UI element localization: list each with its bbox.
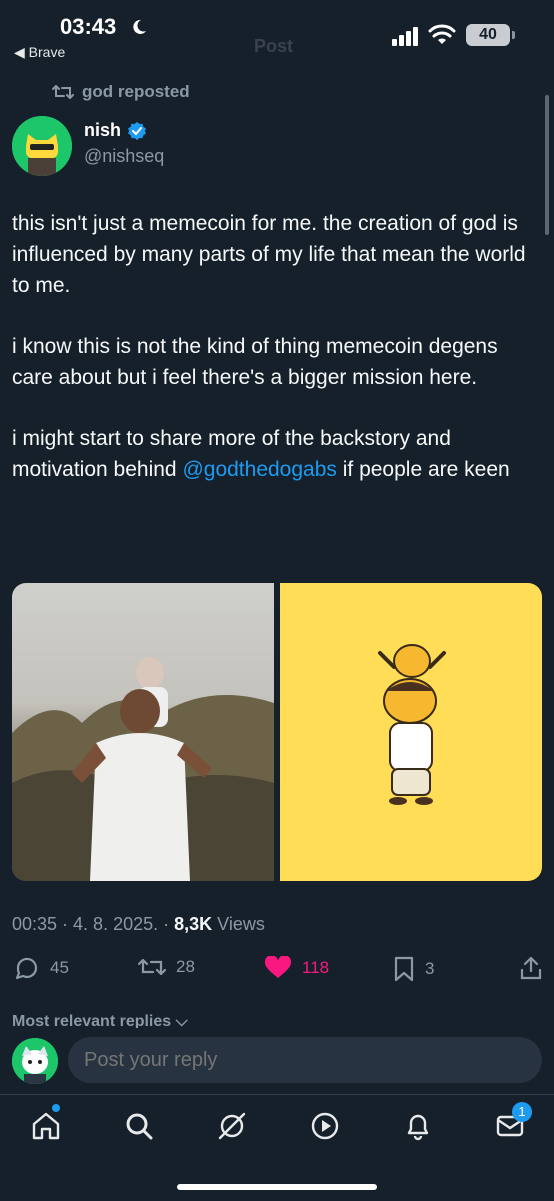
tweet-paragraph: i know this is not the kind of thing mem…	[12, 335, 498, 389]
photo-illustration	[12, 657, 274, 881]
replies-sort-dropdown[interactable]: Most relevant replies ⌵	[12, 1013, 188, 1029]
reply-icon	[15, 957, 38, 980]
tweet-paragraph: i might start to share more of the backs…	[12, 423, 532, 485]
home-icon[interactable]	[30, 1110, 62, 1142]
tweet-meta: 00:35 · 4. 8. 2025. · 8,3K Views	[12, 914, 265, 935]
tweet-media[interactable]	[12, 583, 542, 881]
tweet-paragraph: this isn't just a memecoin for me. the c…	[12, 212, 526, 297]
repost-icon	[138, 958, 166, 976]
cartoon-illustration	[378, 644, 446, 805]
messages-badge: 1	[512, 1102, 532, 1122]
reply-count: 45	[50, 958, 69, 977]
search-icon[interactable]	[123, 1110, 155, 1142]
grok-icon[interactable]	[216, 1110, 248, 1142]
battery-indicator: 40	[466, 24, 510, 46]
tweet-body: this isn't just a memecoin for me. the c…	[12, 208, 532, 515]
scrollbar-thumb[interactable]	[545, 95, 549, 235]
tweet-text-segment: if people are keen	[336, 458, 510, 481]
moon-icon	[133, 19, 146, 34]
heart-icon	[264, 956, 292, 978]
timestamp[interactable]: 00:35 · 4. 8. 2025. ·	[12, 914, 174, 934]
like-count: 118	[302, 958, 330, 977]
author-avatar[interactable]	[12, 116, 72, 176]
mention-link[interactable]: @godthedogabs	[182, 458, 336, 481]
repost-button[interactable]: 28	[138, 956, 195, 978]
video-play-icon[interactable]	[309, 1110, 341, 1142]
back-to-app-link[interactable]: ◀ Brave	[14, 44, 65, 61]
share-icon	[520, 956, 542, 980]
page-title: Post	[254, 36, 294, 56]
bookmark-button[interactable]: 3	[393, 956, 434, 982]
reply-button[interactable]: 45	[14, 956, 69, 980]
home-indicator-bar[interactable]	[177, 1184, 377, 1190]
wifi-icon	[428, 24, 456, 44]
repost-count: 28	[176, 957, 195, 976]
bookmark-count: 3	[425, 959, 435, 978]
user-avatar-icon	[12, 1038, 58, 1084]
verified-badge-icon	[128, 121, 147, 140]
views-label: Views	[212, 914, 265, 934]
share-button[interactable]	[520, 956, 542, 980]
bell-icon[interactable]	[402, 1110, 434, 1142]
like-button[interactable]: 118	[264, 956, 329, 980]
author-name-row[interactable]: nish	[84, 120, 147, 141]
repost-icon	[52, 85, 74, 99]
bookmark-icon	[394, 956, 414, 982]
home-new-indicator	[52, 1104, 60, 1112]
illustration-cartoon-dogs[interactable]	[280, 583, 542, 881]
battery-tip	[512, 31, 515, 39]
photo-father-child[interactable]	[12, 583, 274, 881]
author-handle[interactable]: @nishseq	[84, 146, 164, 167]
current-user-avatar[interactable]	[12, 1038, 58, 1084]
repost-context: god reposted	[52, 82, 190, 102]
cat-avatar-icon	[12, 116, 72, 176]
signal-icon	[392, 27, 418, 46]
repost-label: god reposted	[82, 82, 190, 101]
status-time: 03:43	[60, 14, 117, 39]
author-name[interactable]: nish	[84, 120, 121, 141]
reply-input[interactable]	[68, 1037, 542, 1083]
views-count: 8,3K	[174, 914, 213, 934]
